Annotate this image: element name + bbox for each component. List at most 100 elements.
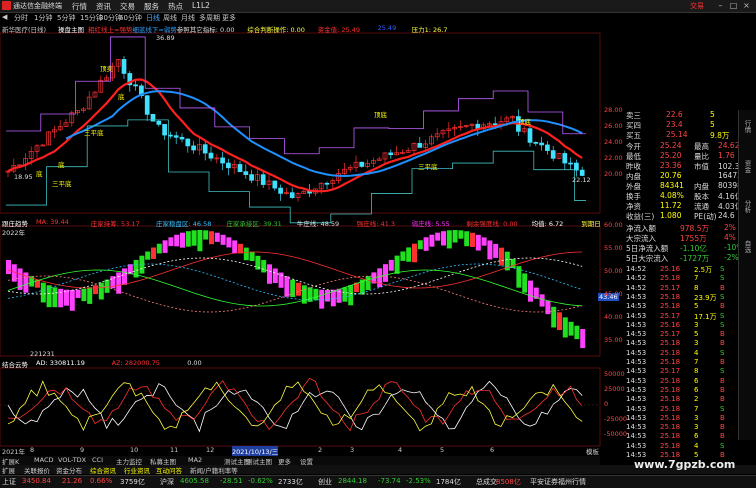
tick-price: 25.18	[660, 348, 681, 357]
timeline-row: 2021年 8 9 10 11 12 2021/10/13/三 2 3 4 5 6 模板	[0, 446, 600, 456]
tick-volume: 8	[694, 367, 699, 376]
ticker-change-1: -28.51	[220, 477, 243, 485]
bottom_tabs_3-tab-5[interactable]: 互动问答	[156, 465, 182, 475]
stat-value-2: 24.6	[718, 211, 735, 220]
mid_chart-legend-item-2: 庄家稳盘区: 46.58	[156, 220, 212, 228]
main_chart-legend-item-0: 粗红线上=强势	[88, 26, 133, 34]
ticker-label-3[interactable]: 总成交	[476, 477, 497, 487]
trend-block	[174, 234, 180, 247]
bottom_tabs_1-tab-8[interactable]: 3	[350, 446, 354, 454]
trend-block	[296, 282, 301, 296]
tick-row: 14:53 25.18 4 S	[610, 349, 756, 359]
candle-body	[289, 192, 295, 198]
tick-volume: 7	[694, 404, 699, 413]
tick-volume: 5	[694, 330, 699, 339]
ticker-label-0[interactable]: 上证	[2, 477, 16, 487]
tick-price: 25.18	[660, 358, 681, 366]
bottom_tabs_1-tab-1[interactable]: 8	[30, 446, 34, 454]
trend-block	[249, 251, 255, 262]
candle-body	[156, 120, 162, 125]
mid_chart-legend-item-1: 庄家持筹: 53.17	[90, 220, 140, 228]
trend-block	[238, 243, 243, 254]
tick-flag: S	[720, 265, 725, 273]
bottom_tabs_3-tab-3[interactable]: 综合资讯	[90, 465, 116, 475]
ticker-value-3: 8508亿	[496, 478, 521, 486]
ticker-amount-0: 3759亿	[120, 478, 145, 486]
tick-time: 14:53	[626, 367, 647, 376]
trend-block	[464, 231, 470, 247]
bottom_tabs_1-tab-5[interactable]: 12	[206, 446, 214, 454]
order-price: 23.4	[666, 120, 683, 129]
trend-block	[528, 280, 533, 302]
main_chart-legend-item-5: 25.49	[377, 24, 397, 32]
bottom_tabs_1-tab-4[interactable]: 11	[170, 446, 178, 454]
candle-body	[272, 180, 278, 189]
tick-price: 25.18	[660, 413, 681, 422]
bottom_tabs_1-tab-2[interactable]: 9	[80, 446, 84, 454]
tick-volume: 7	[694, 358, 699, 366]
ticker-pct-0: 0.66%	[90, 477, 113, 485]
flow-row: 5日大宗流入 -1727万 -2%	[610, 253, 756, 264]
tick-flag: S	[720, 367, 725, 376]
tick-time: 14:53	[626, 423, 647, 432]
bottom_tabs_1-tab-11[interactable]: 6	[490, 446, 494, 454]
sidebar-item-3[interactable]: 自选	[742, 240, 752, 253]
bottom_tabs_1-tab-6[interactable]: 2021/10/13/三	[232, 446, 279, 456]
trend-block	[452, 230, 458, 243]
trend-block	[562, 317, 568, 338]
ticker-amount-2: 1784亿	[436, 478, 461, 486]
bottom_tabs_2-tab-3[interactable]: CCI	[92, 456, 103, 464]
candle-body	[579, 169, 585, 176]
bottom_tabs_2-tab-2[interactable]: VOL-TDX	[58, 456, 86, 464]
bottom_tabs_3-tab-1[interactable]: 关联报价	[24, 465, 50, 475]
flow-value: -1727万	[680, 254, 710, 263]
ticker-change-2: -73.74	[378, 477, 401, 485]
bottom_tabs_1-tab-12[interactable]: 模板	[586, 446, 599, 456]
bottom_tabs_2-tab-1[interactable]: MACD	[34, 456, 53, 464]
tick-time: 14:53	[626, 441, 647, 450]
bottom_tabs_2-tab-6[interactable]: MA2	[188, 456, 202, 464]
bottom_tabs_3-tab-0[interactable]: 扩展	[2, 465, 15, 475]
candle-body	[202, 144, 208, 154]
bottom_tabs_1-tab-9[interactable]: 4	[398, 446, 402, 454]
bottom_tabs_1-tab-10[interactable]: 5	[440, 446, 444, 454]
trend-block	[325, 289, 330, 302]
sidebar-item-0[interactable]: 行情	[742, 120, 752, 133]
order-volume: 9.8万	[710, 131, 730, 140]
tick-price: 25.16	[660, 320, 681, 329]
stat-value: 25.24	[660, 141, 682, 150]
candle-body	[237, 164, 243, 173]
stat-value: 20.76	[660, 171, 682, 180]
bottom_tabs_1-tab-0[interactable]: 2021年	[2, 446, 25, 456]
stat-row: 收益(三) 1.080 PE(动) 24.6	[610, 211, 756, 222]
trend-block	[197, 230, 203, 252]
order-price: 25.14	[666, 130, 688, 139]
trend-block	[458, 230, 464, 239]
trend-block	[58, 288, 64, 308]
ticker-amount-1: 2733亿	[278, 478, 303, 486]
ticker-label-1[interactable]: 沪深	[160, 477, 174, 487]
candle-body	[191, 145, 196, 151]
signal-triple-bottom-2: 三平底	[52, 180, 72, 188]
tick-flag: B	[720, 385, 725, 394]
bottom_tabs_1-tab-7[interactable]: 2	[318, 446, 322, 454]
cloud-line	[7, 380, 583, 433]
stat-label-2: PE(动)	[694, 212, 717, 221]
order-volume: 5	[710, 110, 715, 119]
sidebar-item-1[interactable]: 资金	[742, 160, 752, 173]
bottom_tabs_3-tab-4[interactable]: 行业资讯	[124, 465, 150, 475]
ticker-label-2[interactable]: 创业	[318, 477, 332, 487]
tick-price: 25.18	[660, 404, 681, 413]
bottom_tabs_3-tab-2[interactable]: 资金分布	[56, 465, 82, 475]
tick-volume: 4	[694, 441, 699, 450]
tick-row: 14:53 25.18 7 S	[610, 405, 756, 415]
tick-flag: B	[720, 302, 725, 311]
sidebar-item-2[interactable]: 分析	[742, 200, 752, 213]
bottom_tabs_1-tab-3[interactable]: 10	[130, 446, 138, 454]
bottom_tabs_3-tab-6[interactable]: 新闻/户籍利率等	[190, 465, 238, 475]
tick-volume: 7	[694, 274, 699, 283]
tick-time: 14:53	[626, 385, 647, 394]
tick-row: 14:53 25.17 8 S	[610, 367, 756, 377]
candle-body	[324, 182, 330, 185]
trend-block	[470, 232, 475, 247]
